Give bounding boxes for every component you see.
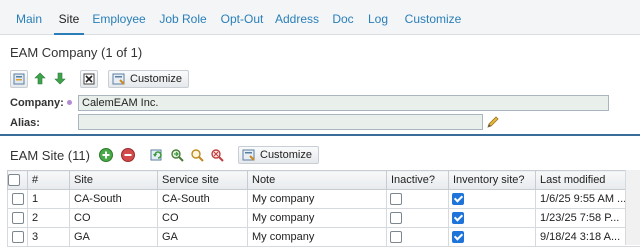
site-customize-label: Customize	[260, 149, 312, 161]
table-row[interactable]: 1 CA-South CA-South My company 1/6/25 9:…	[8, 190, 640, 209]
search-go-icon	[170, 148, 184, 162]
row-select-checkbox[interactable]	[12, 212, 24, 224]
pencil-icon	[486, 115, 500, 129]
site-cell: GA	[70, 228, 158, 247]
next-record-button[interactable]	[52, 70, 70, 88]
site-cell: CA-South	[70, 190, 158, 209]
required-indicator	[67, 100, 72, 105]
tab-opt-out[interactable]: Opt-Out	[218, 0, 266, 33]
column-header-inventory-site[interactable]: Inventory site?	[449, 171, 536, 190]
edit-record-button[interactable]	[10, 70, 28, 88]
tab-site[interactable]: Site	[54, 0, 84, 35]
search-icon	[190, 148, 204, 162]
close-icon	[83, 73, 95, 85]
service-site-cell: CA-South	[158, 190, 248, 209]
row-select-checkbox[interactable]	[12, 231, 24, 243]
arrow-down-icon	[54, 72, 66, 85]
row-select-cell[interactable]	[8, 190, 28, 209]
search-clear-icon	[210, 148, 224, 162]
tab-address[interactable]: Address	[273, 0, 321, 33]
grid-scrollbar[interactable]	[625, 170, 640, 245]
select-all-checkbox-cell[interactable]	[8, 171, 28, 190]
inventory-site-cell	[449, 228, 536, 247]
search-button[interactable]	[188, 146, 206, 164]
select-all-checkbox[interactable]	[8, 174, 20, 186]
column-header-site[interactable]: Site	[70, 171, 158, 190]
site-cell: CO	[70, 209, 158, 228]
column-header-service-site[interactable]: Service site	[158, 171, 248, 190]
row-number: 2	[28, 209, 70, 228]
company-customize-label: Customize	[130, 73, 182, 85]
tab-main[interactable]: Main	[8, 0, 50, 33]
tab-log[interactable]: Log	[364, 0, 392, 33]
minus-icon	[120, 147, 136, 163]
refresh-button[interactable]	[148, 146, 166, 164]
site-section-title: EAM Site (11)	[10, 148, 90, 163]
alias-field[interactable]	[78, 114, 483, 130]
company-toolbar: Customize	[10, 70, 210, 90]
site-toolbar: Customize	[98, 146, 318, 166]
row-select-checkbox[interactable]	[12, 193, 24, 205]
inactive-checkbox[interactable]	[390, 193, 402, 205]
row-number: 1	[28, 190, 70, 209]
company-section-title: EAM Company (1 of 1)	[10, 45, 142, 60]
note-cell: My company	[248, 228, 387, 247]
column-header-number[interactable]: #	[28, 171, 70, 190]
inactive-cell	[387, 209, 449, 228]
tab-job-role[interactable]: Job Role	[156, 0, 210, 33]
company-field[interactable]: CalemEAM Inc.	[78, 95, 609, 111]
edit-alias-button[interactable]	[486, 115, 500, 129]
clear-search-button[interactable]	[208, 146, 226, 164]
column-header-note[interactable]: Note	[248, 171, 387, 190]
inactive-cell	[387, 228, 449, 247]
arrow-up-icon	[34, 72, 46, 85]
inactive-checkbox[interactable]	[390, 231, 402, 243]
note-cell: My company	[248, 190, 387, 209]
row-select-cell[interactable]	[8, 209, 28, 228]
site-customize-button[interactable]: Customize	[238, 146, 319, 164]
inventory-site-checkbox[interactable]	[452, 231, 464, 243]
row-select-cell[interactable]	[8, 228, 28, 247]
inventory-site-checkbox[interactable]	[452, 193, 464, 205]
inventory-site-checkbox[interactable]	[452, 212, 464, 224]
close-record-button[interactable]	[80, 70, 98, 88]
section-divider	[0, 134, 640, 136]
customize-icon	[242, 148, 256, 162]
company-field-label: Company:	[10, 97, 64, 109]
table-row[interactable]: 3 GA GA My company 9/18/24 3:18 A...	[8, 228, 640, 247]
add-site-button[interactable]	[98, 147, 114, 163]
alias-field-label: Alias:	[10, 117, 40, 129]
tab-bar: Main Site Employee Job Role Opt-Out Addr…	[0, 0, 640, 35]
inventory-site-cell	[449, 209, 536, 228]
service-site-cell: CO	[158, 209, 248, 228]
inactive-checkbox[interactable]	[390, 212, 402, 224]
tab-customize[interactable]: Customize	[400, 0, 466, 33]
plus-icon	[98, 147, 114, 163]
tab-doc[interactable]: Doc	[329, 0, 357, 33]
edit-form-icon	[13, 73, 25, 85]
row-number: 3	[28, 228, 70, 247]
company-customize-button[interactable]: Customize	[108, 70, 189, 88]
refresh-icon	[150, 148, 164, 162]
customize-icon	[112, 72, 126, 86]
tab-employee[interactable]: Employee	[90, 0, 148, 33]
previous-record-button[interactable]	[32, 70, 50, 88]
site-grid: # Site Service site Note Inactive? Inven…	[7, 170, 640, 247]
note-cell: My company	[248, 209, 387, 228]
service-site-cell: GA	[158, 228, 248, 247]
column-header-inactive[interactable]: Inactive?	[387, 171, 449, 190]
inactive-cell	[387, 190, 449, 209]
remove-site-button[interactable]	[120, 147, 136, 163]
table-row[interactable]: 2 CO CO My company 1/23/25 7:58 P...	[8, 209, 640, 228]
search-go-button[interactable]	[168, 146, 186, 164]
grid-header-row: # Site Service site Note Inactive? Inven…	[8, 171, 640, 190]
inventory-site-cell	[449, 190, 536, 209]
